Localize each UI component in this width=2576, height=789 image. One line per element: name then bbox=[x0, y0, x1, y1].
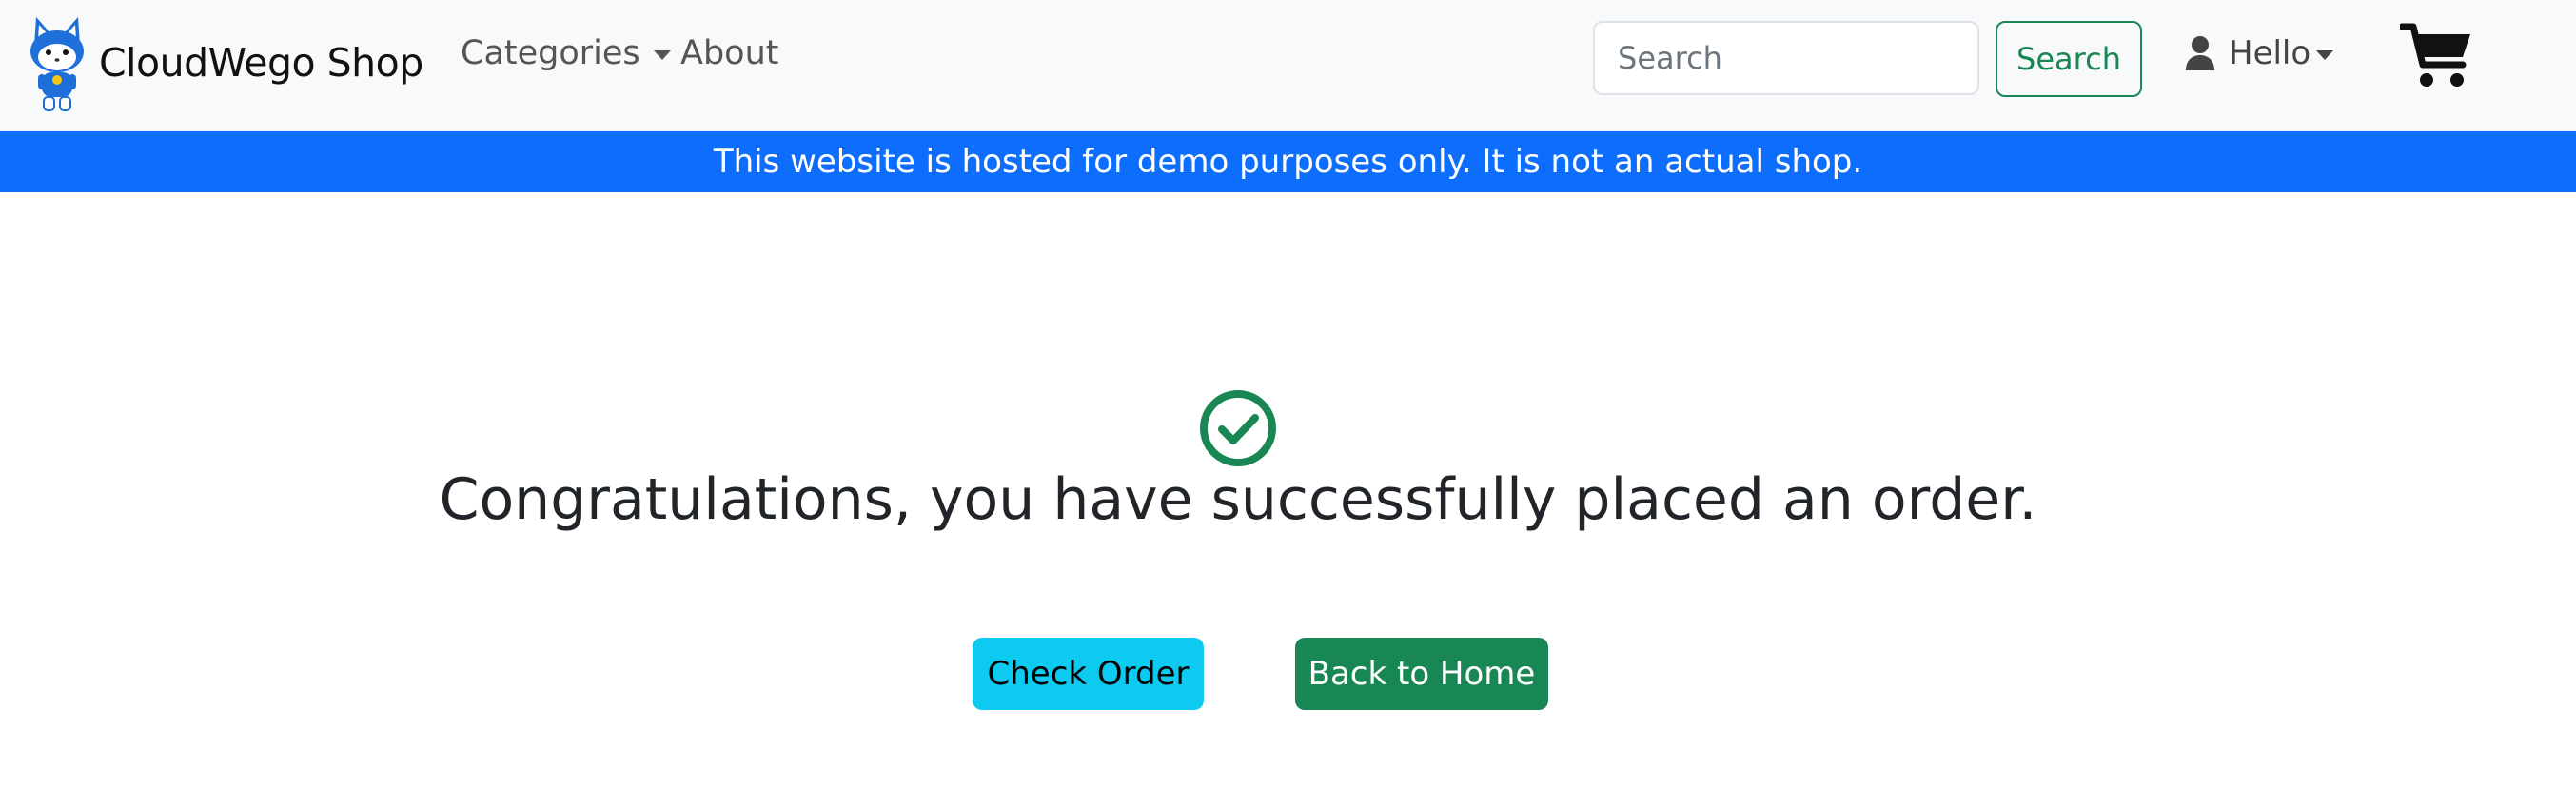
caret-down-icon bbox=[2316, 50, 2334, 60]
success-message: Congratulations, you have successfully p… bbox=[439, 466, 2037, 533]
demo-banner: This website is hosted for demo purposes… bbox=[0, 131, 2576, 192]
back-to-home-button[interactable]: Back to Home bbox=[1295, 638, 1548, 710]
user-dropdown[interactable]: Hello bbox=[2185, 34, 2334, 72]
cart-icon[interactable] bbox=[2400, 21, 2472, 89]
check-circle-icon bbox=[1200, 390, 1276, 466]
nav-categories-dropdown[interactable]: Categories bbox=[461, 34, 671, 72]
mascot-logo bbox=[30, 17, 84, 111]
nav-about-link[interactable]: About bbox=[680, 34, 778, 72]
navbar: CloudWego Shop Categories About Search H… bbox=[0, 0, 2576, 131]
search-button[interactable]: Search bbox=[1996, 21, 2142, 97]
brand-name: CloudWego Shop bbox=[99, 40, 423, 86]
search-input[interactable] bbox=[1593, 21, 1979, 95]
nav-categories-label: Categories bbox=[461, 34, 640, 72]
caret-down-icon bbox=[653, 50, 671, 60]
user-icon bbox=[2186, 36, 2214, 70]
check-order-button[interactable]: Check Order bbox=[973, 638, 1204, 710]
user-greeting: Hello bbox=[2229, 34, 2311, 72]
brand-link[interactable]: CloudWego Shop bbox=[25, 8, 423, 118]
